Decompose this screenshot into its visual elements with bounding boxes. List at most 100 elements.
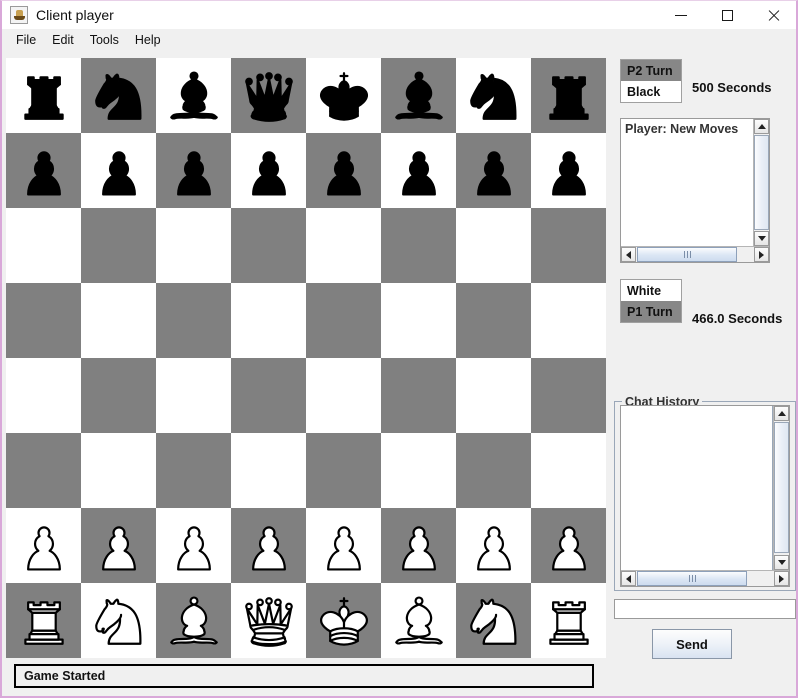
board-square-c5[interactable] (156, 283, 231, 358)
board-square-h1[interactable] (531, 583, 606, 658)
piece-black-pawn-icon[interactable] (313, 140, 375, 202)
moves-horizontal-scrollbar[interactable] (621, 246, 769, 262)
chat-vertical-thumb[interactable] (774, 422, 789, 553)
piece-black-pawn-icon[interactable] (538, 140, 600, 202)
piece-white-queen-icon[interactable] (238, 590, 300, 652)
board-square-c4[interactable] (156, 358, 231, 433)
board-square-h8[interactable] (531, 58, 606, 133)
board-square-e8[interactable] (306, 58, 381, 133)
board-square-g5[interactable] (456, 283, 531, 358)
moves-scroll-right-button[interactable] (754, 247, 769, 262)
chat-scroll-right-button[interactable] (774, 571, 789, 586)
board-square-h3[interactable] (531, 433, 606, 508)
board-square-c3[interactable] (156, 433, 231, 508)
board-square-f4[interactable] (381, 358, 456, 433)
piece-black-bishop-icon[interactable] (163, 65, 225, 127)
chat-vertical-scrollbar[interactable] (773, 406, 789, 570)
board-square-e2[interactable] (306, 508, 381, 583)
board-square-e3[interactable] (306, 433, 381, 508)
board-square-b7[interactable] (81, 133, 156, 208)
board-square-a7[interactable] (6, 133, 81, 208)
piece-white-pawn-icon[interactable] (538, 515, 600, 577)
piece-white-pawn-icon[interactable] (463, 515, 525, 577)
board-square-d5[interactable] (231, 283, 306, 358)
board-square-e4[interactable] (306, 358, 381, 433)
board-square-c2[interactable] (156, 508, 231, 583)
piece-white-pawn-icon[interactable] (88, 515, 150, 577)
board-square-g4[interactable] (456, 358, 531, 433)
chess-board[interactable] (6, 58, 606, 658)
chat-scroll-down-button[interactable] (774, 555, 789, 570)
piece-black-pawn-icon[interactable] (463, 140, 525, 202)
board-square-g7[interactable] (456, 133, 531, 208)
board-square-h5[interactable] (531, 283, 606, 358)
board-square-g2[interactable] (456, 508, 531, 583)
board-square-d3[interactable] (231, 433, 306, 508)
board-square-h2[interactable] (531, 508, 606, 583)
board-square-b5[interactable] (81, 283, 156, 358)
menu-item-edit[interactable]: Edit (44, 31, 82, 49)
board-square-d4[interactable] (231, 358, 306, 433)
piece-white-pawn-icon[interactable] (13, 515, 75, 577)
board-square-b6[interactable] (81, 208, 156, 283)
piece-black-king-icon[interactable] (313, 65, 375, 127)
moves-text-area[interactable]: Player: New Moves (621, 119, 753, 246)
moves-scroll-left-button[interactable] (621, 247, 636, 262)
close-button[interactable] (750, 1, 796, 29)
menu-item-tools[interactable]: Tools (82, 31, 127, 49)
board-square-c7[interactable] (156, 133, 231, 208)
board-square-c6[interactable] (156, 208, 231, 283)
board-square-h4[interactable] (531, 358, 606, 433)
chat-scroll-up-button[interactable] (774, 406, 789, 421)
board-square-a4[interactable] (6, 358, 81, 433)
moves-scroll-up-button[interactable] (754, 119, 769, 134)
board-square-f6[interactable] (381, 208, 456, 283)
menu-item-file[interactable]: File (8, 31, 44, 49)
menu-item-help[interactable]: Help (127, 31, 169, 49)
board-square-h7[interactable] (531, 133, 606, 208)
board-square-b1[interactable] (81, 583, 156, 658)
piece-black-rook-icon[interactable] (13, 65, 75, 127)
piece-black-pawn-icon[interactable] (238, 140, 300, 202)
board-square-h6[interactable] (531, 208, 606, 283)
piece-black-queen-icon[interactable] (238, 65, 300, 127)
board-square-f7[interactable] (381, 133, 456, 208)
chat-horizontal-scrollbar[interactable] (621, 570, 789, 586)
board-square-c1[interactable] (156, 583, 231, 658)
chat-input-wrapper[interactable] (614, 599, 796, 619)
piece-black-pawn-icon[interactable] (163, 140, 225, 202)
board-square-g8[interactable] (456, 58, 531, 133)
piece-white-pawn-icon[interactable] (238, 515, 300, 577)
maximize-button[interactable] (704, 1, 750, 29)
board-square-d6[interactable] (231, 208, 306, 283)
piece-black-rook-icon[interactable] (538, 65, 600, 127)
board-square-d8[interactable] (231, 58, 306, 133)
piece-black-pawn-icon[interactable] (88, 140, 150, 202)
board-square-e6[interactable] (306, 208, 381, 283)
board-square-f5[interactable] (381, 283, 456, 358)
send-button[interactable]: Send (652, 629, 732, 659)
chat-text-area[interactable] (621, 406, 773, 570)
moves-vertical-thumb[interactable] (754, 135, 769, 230)
piece-white-pawn-icon[interactable] (388, 515, 450, 577)
board-square-c8[interactable] (156, 58, 231, 133)
board-square-a3[interactable] (6, 433, 81, 508)
board-square-d2[interactable] (231, 508, 306, 583)
board-square-g3[interactable] (456, 433, 531, 508)
board-square-a6[interactable] (6, 208, 81, 283)
board-square-f8[interactable] (381, 58, 456, 133)
board-square-b2[interactable] (81, 508, 156, 583)
chat-scroll-left-button[interactable] (621, 571, 636, 586)
moves-horizontal-thumb[interactable] (637, 247, 737, 262)
piece-white-rook-icon[interactable] (538, 590, 600, 652)
piece-white-pawn-icon[interactable] (163, 515, 225, 577)
board-square-b4[interactable] (81, 358, 156, 433)
board-square-d7[interactable] (231, 133, 306, 208)
board-square-b8[interactable] (81, 58, 156, 133)
piece-black-pawn-icon[interactable] (388, 140, 450, 202)
piece-white-bishop-icon[interactable] (388, 590, 450, 652)
chat-message-input[interactable] (615, 600, 795, 618)
piece-black-bishop-icon[interactable] (388, 65, 450, 127)
piece-white-king-icon[interactable] (313, 590, 375, 652)
board-square-e1[interactable] (306, 583, 381, 658)
